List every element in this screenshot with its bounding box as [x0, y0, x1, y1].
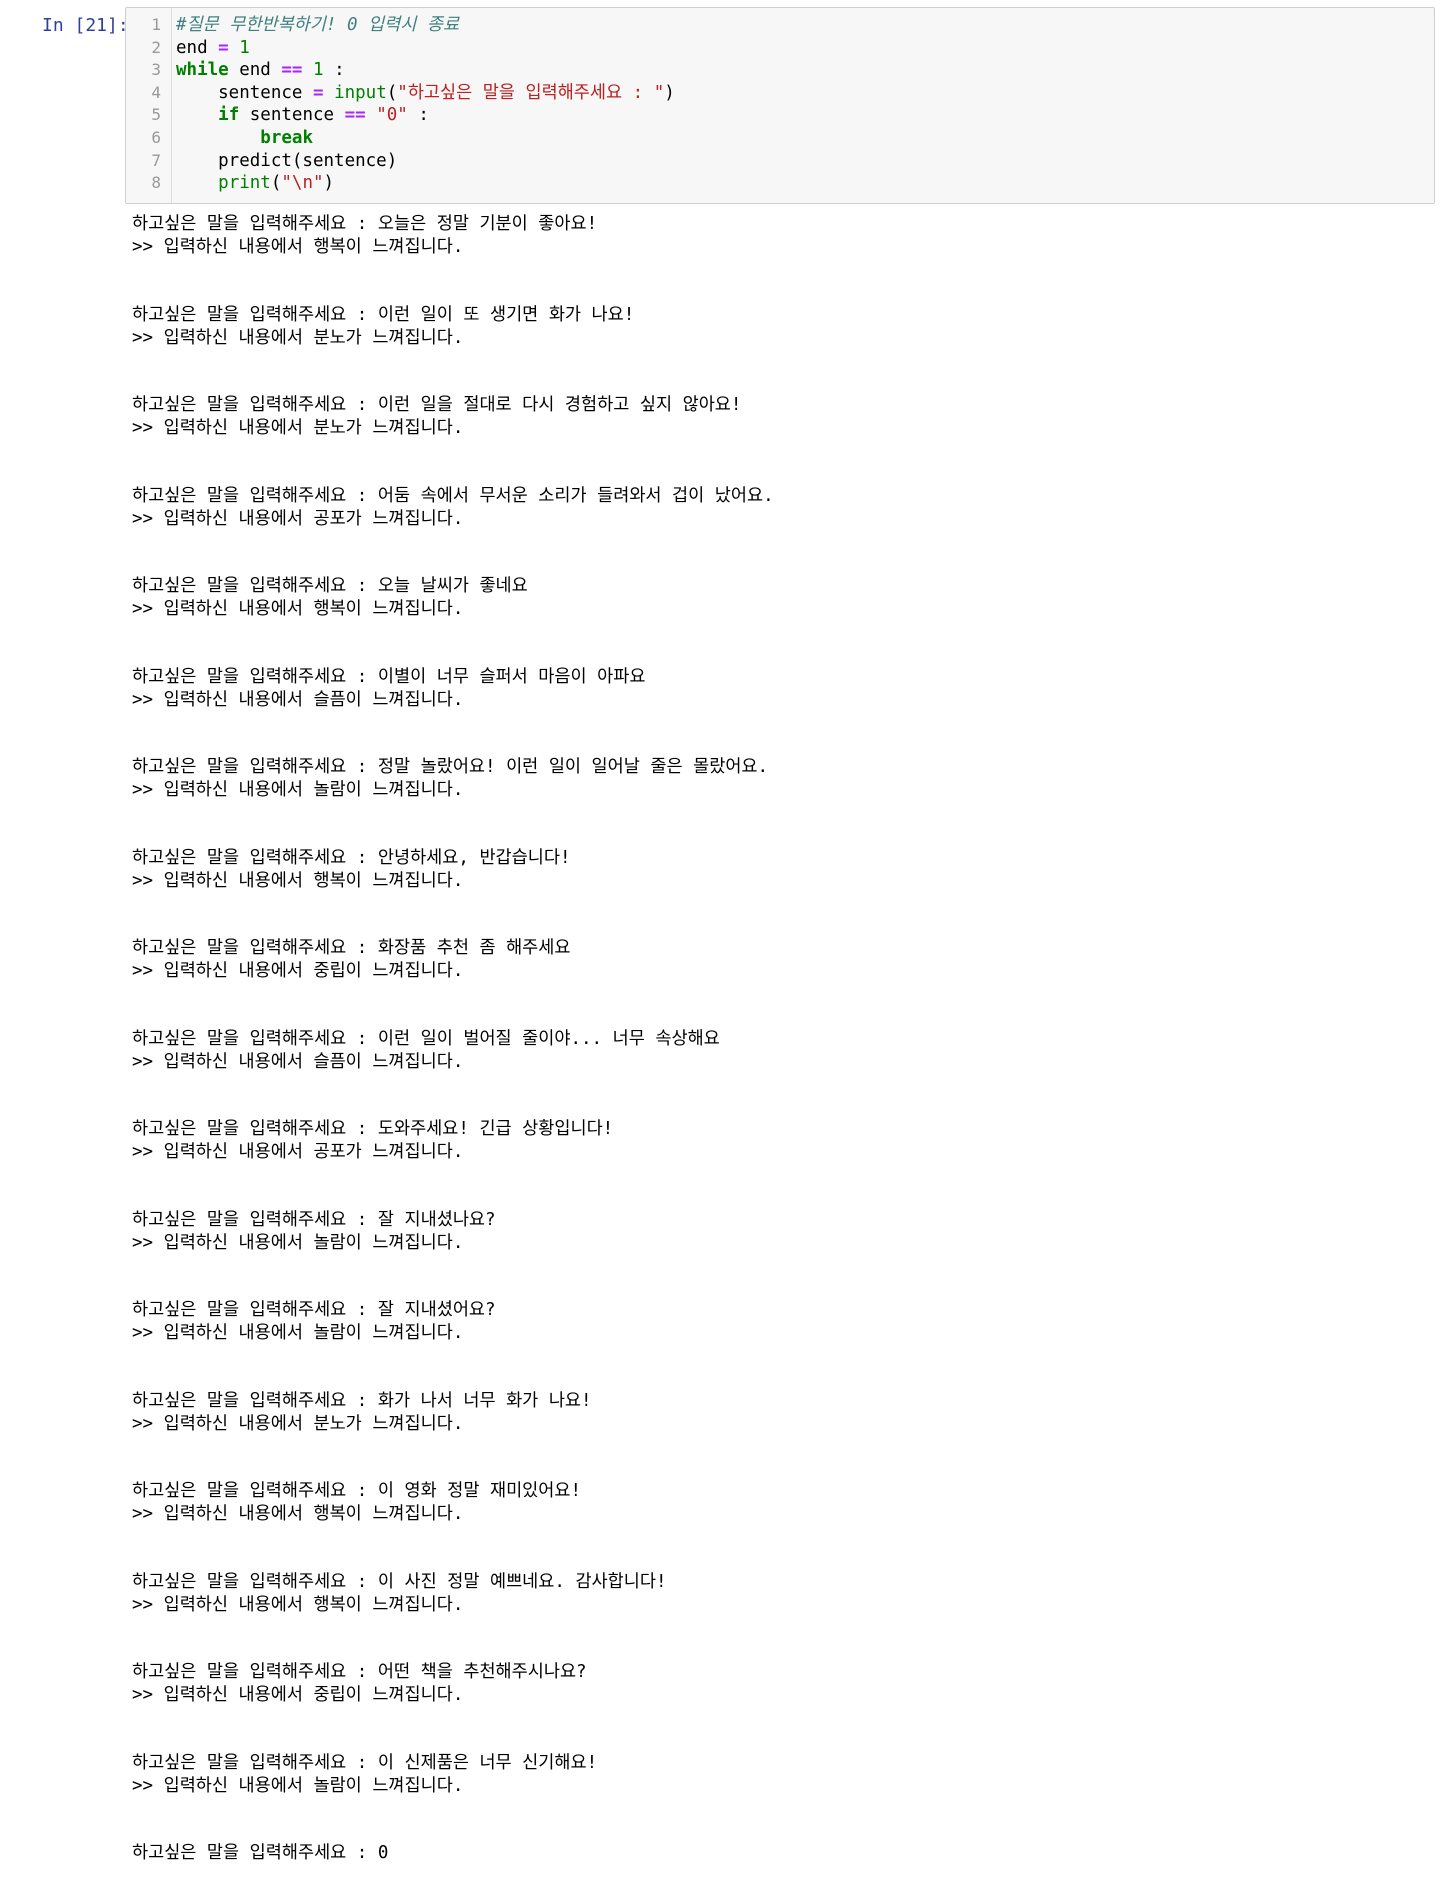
- output-input-line: 하고싶은 말을 입력해주세요 : 도와주세요! 긴급 상황입니다!: [132, 1119, 614, 1139]
- output-result-line: >> 입력하신 내용에서 슬픔이 느껴집니다.: [132, 1051, 464, 1072]
- output-result-line: >> 입력하신 내용에서 행복이 느껴집니다.: [132, 1504, 464, 1524]
- output-result-line: >> 입력하신 내용에서 분노가 느껴집니다.: [132, 418, 464, 438]
- code-token: :: [323, 60, 345, 81]
- code-token: #질문 무한반복하기! 0 입력시 종료: [176, 15, 460, 35]
- output-result-line: >> 입력하신 내용에서 행복이 느껴집니다.: [132, 1594, 464, 1615]
- code-text: if sentence == "0" :: [176, 104, 429, 127]
- code-line[interactable]: 5 if sentence == "0" :: [126, 104, 1434, 127]
- code-text: #질문 무한반복하기! 0 입력시 종료: [176, 14, 459, 37]
- line-number: 2: [151, 37, 161, 57]
- line-number: 3: [151, 60, 161, 80]
- code-text: end = 1: [176, 37, 250, 60]
- output-input-line: 하고싶은 말을 입력해주세요 : 잘 지내셨나요?: [132, 1209, 496, 1230]
- output-result-line: >> 입력하신 내용에서 놀람이 느껴집니다.: [132, 1323, 464, 1343]
- code-text: predict(sentence): [176, 150, 397, 173]
- output-result-line: >> 입력하신 내용에서 중립이 느껴집니다.: [132, 1685, 464, 1705]
- output-input-line: 하고싶은 말을 입력해주세요 : 화가 나서 너무 화가 나요!: [132, 1390, 592, 1411]
- output-result-line: >> 입력하신 내용에서 공포가 느껴집니다.: [132, 508, 464, 529]
- output-input-line: 하고싶은 말을 입력해주세요 : 이 사진 정말 예쁘네요. 감사합니다!: [132, 1571, 667, 1592]
- output-input-line: 하고싶은 말을 입력해주세요 : 이런 일이 벌어질 줄이야... 너무 속상해…: [132, 1028, 720, 1049]
- code-line[interactable]: 7 predict(sentence): [126, 150, 1434, 173]
- output-input-line: 하고싶은 말을 입력해주세요 : 이런 일이 또 생기면 화가 나요!: [132, 304, 635, 325]
- code-token: 1: [239, 37, 250, 58]
- code-line[interactable]: 6 break: [126, 127, 1434, 150]
- output-result-line: >> 입력하신 내용에서 분노가 느껴집니다.: [132, 1413, 464, 1434]
- code-token: input: [334, 82, 387, 103]
- code-token: :: [407, 105, 429, 126]
- code-text: sentence = input("하고싶은 말을 입력해주세요 : "): [176, 82, 675, 105]
- code-line[interactable]: 8 print("\n"): [126, 172, 1434, 195]
- code-editor[interactable]: 1 #질문 무한반복하기! 0 입력시 종료 2 end = 1 3 while end …: [125, 7, 1435, 204]
- output-result-line: >> 입력하신 내용에서 행복이 느껴집니다.: [132, 870, 464, 891]
- output-input-line: 하고싶은 말을 입력해주세요 : 잘 지내셨어요?: [132, 1300, 496, 1320]
- output-result-line: >> 입력하신 내용에서 놀람이 느껴집니다.: [132, 1775, 464, 1796]
- code-token: sentence: [176, 82, 313, 103]
- code-line[interactable]: 3 while end == 1 :: [126, 59, 1434, 82]
- code-token: sentence: [239, 105, 345, 126]
- output-input-line: 하고싶은 말을 입력해주세요 : 이 신제품은 너무 신기해요!: [132, 1752, 598, 1773]
- code-text: while end == 1 :: [176, 59, 345, 82]
- code-line[interactable]: 1 #질문 무한반복하기! 0 입력시 종료: [126, 14, 1434, 37]
- code-line[interactable]: 4 sentence = input("하고싶은 말을 입력해주세요 : "): [126, 82, 1434, 105]
- line-number: 7: [151, 150, 161, 170]
- line-number: 4: [151, 82, 161, 102]
- output-result-line: >> 입력하신 내용에서 공포가 느껴집니다.: [132, 1142, 464, 1162]
- code-token: (: [270, 173, 282, 194]
- output-result-line: >> 입력하신 내용에서 놀람이 느껴집니다.: [132, 1232, 464, 1253]
- code-token: (: [386, 82, 398, 103]
- code-token: if: [218, 105, 240, 126]
- line-number: 1: [151, 15, 161, 34]
- code-token: print: [218, 173, 271, 194]
- output-input-line: 하고싶은 말을 입력해주세요 : 화장품 추천 좀 해주세요: [132, 938, 571, 958]
- code-token: =: [218, 37, 229, 58]
- line-number: 6: [151, 128, 161, 147]
- output-input-line: 하고싶은 말을 입력해주세요 : 이런 일을 절대로 다시 경험하고 싶지 않아…: [132, 395, 742, 415]
- input-prompt: In [21]:: [42, 15, 129, 36]
- code-token: 1: [313, 60, 324, 81]
- output-input-line: 하고싶은 말을 입력해주세요 : 정말 놀랐어요! 이런 일이 일어날 줄은 몰…: [132, 757, 769, 777]
- code-token: ==: [281, 60, 303, 81]
- code-line[interactable]: 2 end = 1: [126, 37, 1434, 60]
- code-token: "0": [376, 105, 408, 126]
- output-result-line: >> 입력하신 내용에서 놀람이 느껴집니다.: [132, 780, 464, 800]
- code-token: "\n": [281, 173, 324, 194]
- code-token: ): [664, 82, 675, 103]
- output-input-line: 하고싶은 말을 입력해주세요 : 어둠 속에서 무서운 소리가 들려와서 겁이 …: [132, 485, 774, 506]
- output-result-line: >> 입력하신 내용에서 행복이 느껴집니다.: [132, 599, 464, 619]
- code-token: while: [176, 60, 229, 81]
- output-input-line: 하고싶은 말을 입력해주세요 : 이 영화 정말 재미있어요!: [132, 1481, 582, 1501]
- code-token: ==: [344, 105, 366, 126]
- code-text: break: [176, 127, 313, 150]
- code-text: print("\n"): [176, 172, 334, 195]
- output-result-line: >> 입력하신 내용에서 분노가 느껴집니다.: [132, 327, 464, 348]
- code-token: =: [312, 82, 324, 103]
- output-input-line: 하고싶은 말을 입력해주세요 : 이별이 너무 슬퍼서 마음이 아파요: [132, 666, 646, 687]
- code-token: "하고싶은 말을 입력해주세요 : ": [397, 82, 665, 103]
- output-result-line: >> 입력하신 내용에서 행복이 느껴집니다.: [132, 237, 464, 257]
- code-token: predict(sentence): [176, 150, 398, 171]
- output-result-line: >> 입력하신 내용에서 슬픔이 느껴집니다.: [132, 689, 464, 710]
- output-result-line: >> 입력하신 내용에서 중립이 느껴집니다.: [132, 961, 464, 981]
- output-input-line: 하고싶은 말을 입력해주세요 : 오늘은 정말 기분이 좋아요!: [132, 214, 598, 234]
- code-token: end: [228, 60, 282, 81]
- code-token: ): [323, 173, 335, 194]
- code-token: break: [260, 128, 313, 148]
- output-input-line: 하고싶은 말을 입력해주세요 : 어떤 책을 추천해주시나요?: [132, 1662, 587, 1682]
- line-number: 8: [151, 173, 161, 193]
- output-input-line: 하고싶은 말을 입력해주세요 : 안녕하세요, 반갑습니다!: [132, 847, 571, 868]
- code-token: end: [176, 37, 219, 58]
- line-number: 5: [151, 105, 161, 125]
- output-input-line: 하고싶은 말을 입력해주세요 : 오늘 날씨가 좋네요: [132, 576, 528, 596]
- output-final-input-line: 하고싶은 말을 입력해주세요 : 0: [132, 1843, 389, 1863]
